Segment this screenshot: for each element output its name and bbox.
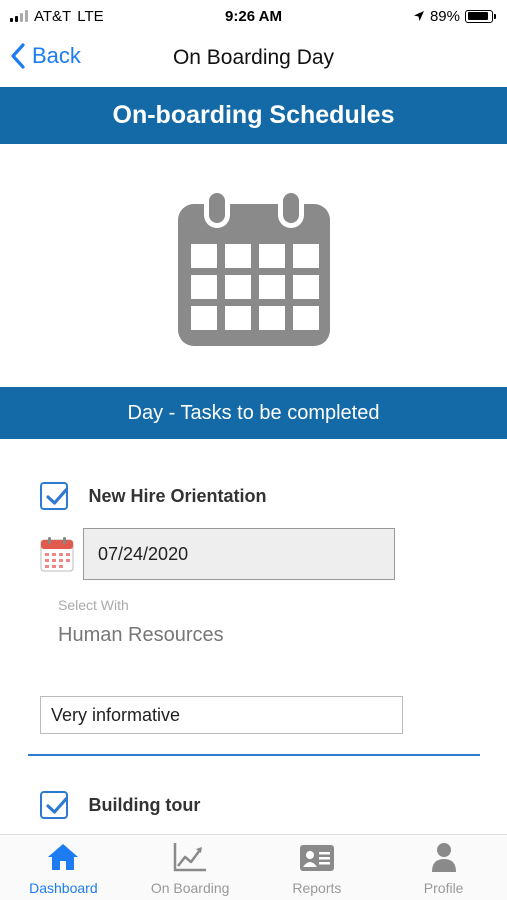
chart-icon xyxy=(173,843,207,872)
comment-field[interactable]: Very informative xyxy=(40,696,403,734)
page-title: On Boarding Day xyxy=(172,46,335,69)
calendar-icon xyxy=(178,188,330,346)
banner-title: On-boarding Schedules xyxy=(112,101,395,129)
network-label: LTE xyxy=(77,7,104,25)
id-card-icon xyxy=(299,845,334,871)
status-right: 89% xyxy=(413,7,496,25)
navigation-bar: Back On Boarding Day xyxy=(0,32,507,86)
tab-bar: Dashboard On Boarding Reports Profile xyxy=(0,834,507,900)
person-icon xyxy=(431,843,456,872)
task-building-tour: Building tour xyxy=(40,791,200,819)
tab-label: Profile xyxy=(423,880,464,896)
location-arrow-icon xyxy=(413,11,424,21)
select-with-value[interactable]: Human Resources xyxy=(58,624,224,647)
tab-on-boarding[interactable]: On Boarding xyxy=(127,835,254,900)
tab-label: Reports xyxy=(292,880,342,896)
task-label: Building tour xyxy=(88,794,201,815)
home-icon xyxy=(48,844,79,870)
checkmark-icon xyxy=(46,488,68,505)
date-row: 07/24/2020 xyxy=(40,528,395,580)
select-with-caption: Select With xyxy=(58,597,129,613)
battery-fill xyxy=(467,12,488,20)
tab-reports[interactable]: Reports xyxy=(254,835,381,900)
task-checkbox[interactable] xyxy=(40,482,68,510)
section-header-label: Day - Tasks to be completed xyxy=(127,401,380,424)
carrier-label: AT&T xyxy=(34,7,72,25)
status-bar: AT&T LTE 9:26 AM 89% xyxy=(0,0,507,32)
task-divider xyxy=(28,754,480,756)
calendar-date-icon[interactable] xyxy=(40,536,74,572)
battery-percent: 89% xyxy=(429,7,460,25)
tasks-section-header: Day - Tasks to be completed xyxy=(0,387,507,439)
task-checkbox[interactable] xyxy=(40,791,68,819)
schedules-banner: On-boarding Schedules xyxy=(0,87,507,144)
tab-label: Dashboard xyxy=(29,880,98,896)
battery-icon xyxy=(465,9,496,23)
signal-icon xyxy=(10,10,28,22)
tab-profile[interactable]: Profile xyxy=(380,835,507,900)
tab-label: On Boarding xyxy=(150,880,230,896)
task-label: New Hire Orientation xyxy=(88,485,267,506)
date-field[interactable]: 07/24/2020 xyxy=(83,528,395,580)
tab-dashboard[interactable]: Dashboard xyxy=(0,835,127,900)
task-new-hire-orientation: New Hire Orientation xyxy=(40,482,266,510)
status-left: AT&T LTE xyxy=(10,8,104,25)
checkmark-icon xyxy=(46,797,68,814)
